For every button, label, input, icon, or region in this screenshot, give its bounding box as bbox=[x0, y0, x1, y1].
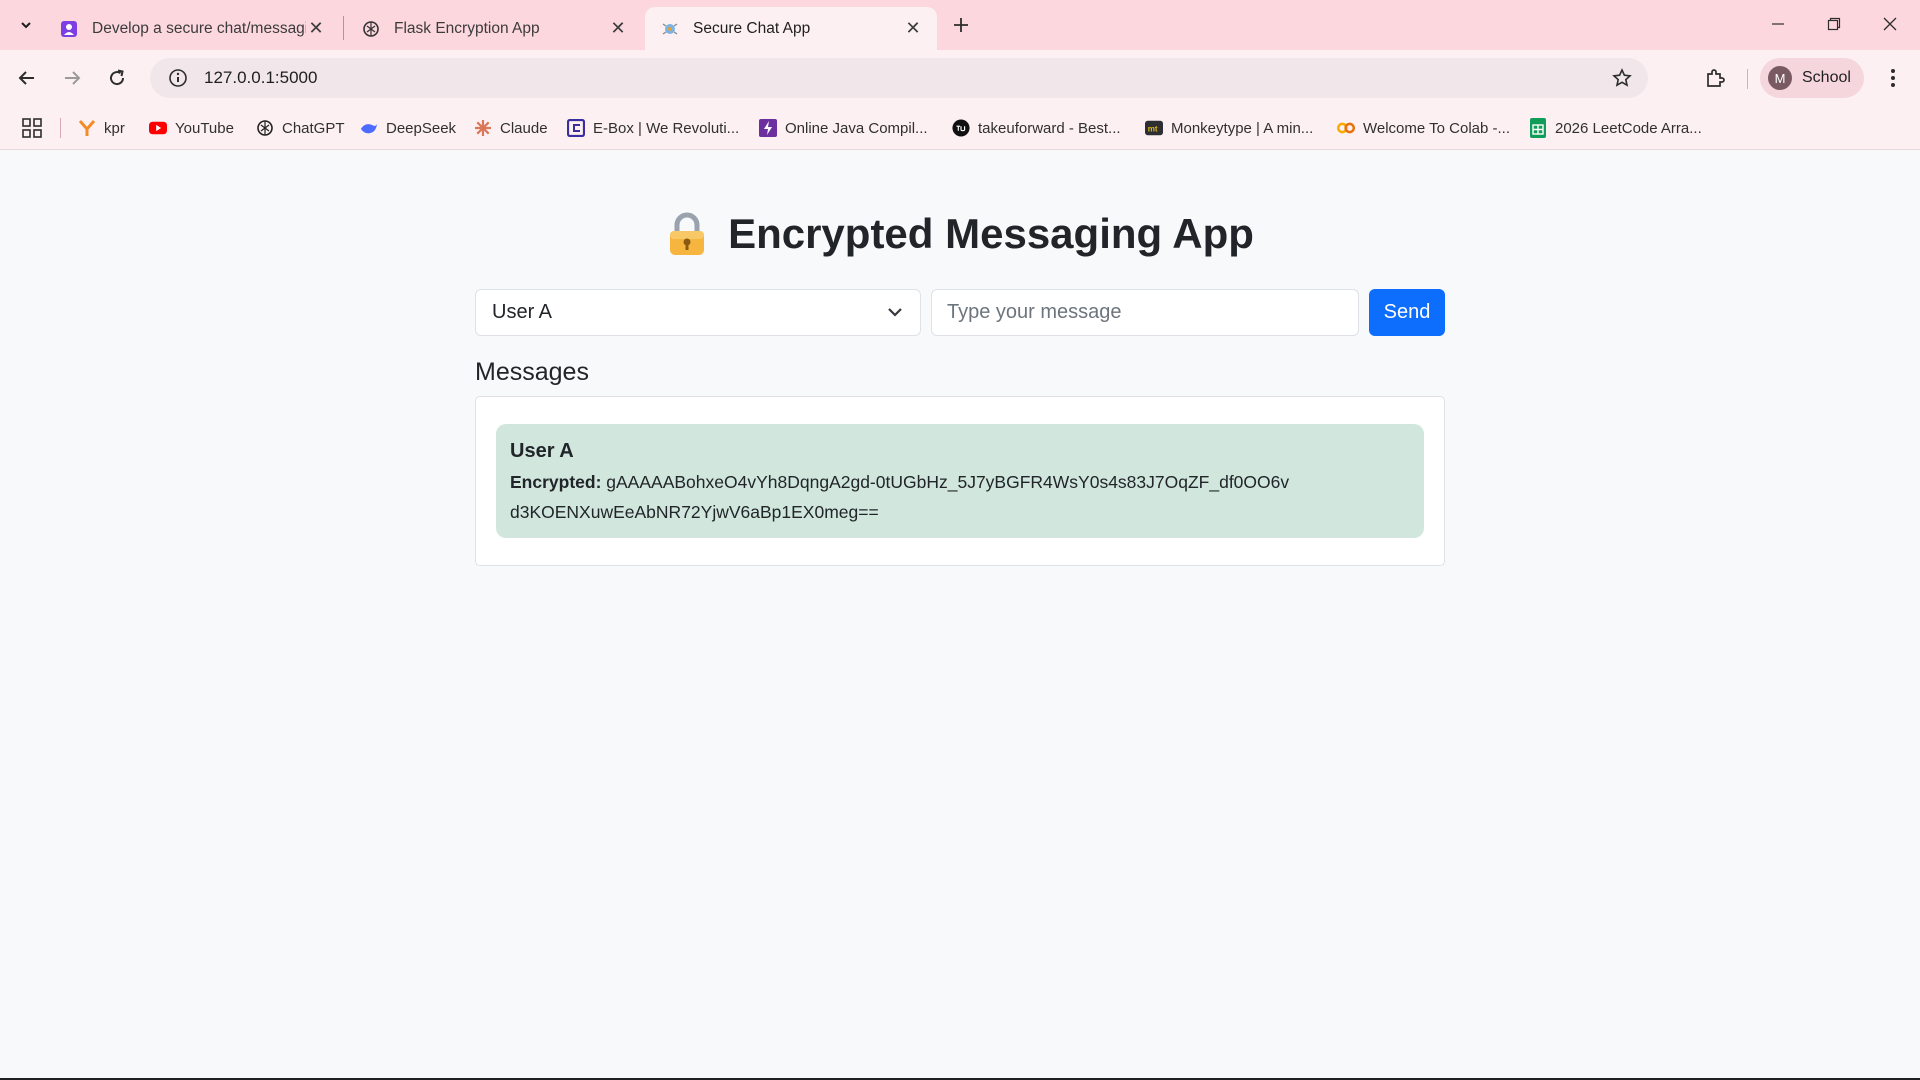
bookmark-label: 2026 LeetCode Arra... bbox=[1555, 119, 1702, 137]
tab-title: Develop a secure chat/messaging bbox=[92, 19, 306, 37]
close-icon[interactable]: ✕ bbox=[903, 18, 923, 39]
tab-develop-chat[interactable]: Develop a secure chat/messaging ✕ bbox=[44, 7, 340, 50]
page-content: Encrypted Messaging App User A Send Mess… bbox=[0, 150, 1920, 1080]
extensions-button[interactable] bbox=[1700, 63, 1730, 93]
url-text: 127.0.0.1:5000 bbox=[204, 68, 318, 87]
bookmark-label: Online Java Compil... bbox=[785, 119, 928, 137]
bookmarks-bar: kpr YouTube ChatGPT DeepSeek Claude E-Bo… bbox=[0, 106, 1920, 150]
java-compiler-icon bbox=[759, 119, 777, 137]
tab-secure-chat[interactable]: Secure Chat App ✕ bbox=[645, 7, 937, 50]
bookmark-leetcode-sheet[interactable]: 2026 LeetCode Arra... bbox=[1529, 114, 1702, 142]
address-bar[interactable]: 127.0.0.1:5000 bbox=[150, 58, 1648, 98]
bookmark-label: Monkeytype | A min... bbox=[1171, 119, 1314, 137]
arrow-left-icon bbox=[18, 71, 34, 85]
claude-icon bbox=[474, 119, 492, 137]
reload-button[interactable] bbox=[100, 61, 134, 95]
tab-search-button[interactable] bbox=[12, 11, 40, 39]
arrow-right-icon bbox=[65, 71, 81, 85]
reload-icon bbox=[110, 69, 125, 86]
bookmark-label: Claude bbox=[500, 119, 548, 137]
kebab-menu-icon bbox=[1891, 69, 1895, 87]
tab-title: Secure Chat App bbox=[693, 19, 811, 37]
toolbar-divider bbox=[1747, 69, 1748, 89]
site-info-icon[interactable] bbox=[158, 58, 198, 98]
close-icon[interactable]: ✕ bbox=[306, 18, 326, 39]
bookmark-kpr[interactable]: kpr bbox=[78, 114, 125, 142]
kpr-icon bbox=[78, 119, 96, 137]
chatgpt-icon bbox=[362, 20, 380, 38]
messages-heading: Messages bbox=[475, 358, 589, 386]
apps-grid-icon bbox=[22, 118, 42, 138]
user-select-value: User A bbox=[492, 301, 553, 323]
chevron-down-icon bbox=[21, 22, 31, 29]
page-title-text: Encrypted Messaging App bbox=[728, 210, 1254, 257]
bookmark-label: E-Box | We Revoluti... bbox=[593, 119, 740, 137]
message-input[interactable] bbox=[931, 289, 1359, 336]
bookmark-label: ChatGPT bbox=[282, 119, 345, 137]
youtube-icon bbox=[149, 119, 167, 137]
avatar: M bbox=[1768, 66, 1792, 90]
browser-menu-button[interactable] bbox=[1878, 63, 1908, 93]
bookmark-star-icon[interactable] bbox=[1610, 66, 1634, 90]
plus-icon bbox=[954, 18, 968, 32]
user-select[interactable]: User A bbox=[475, 289, 921, 336]
assistant-icon bbox=[60, 20, 78, 38]
close-icon[interactable]: ✕ bbox=[608, 18, 628, 39]
bookmark-label: YouTube bbox=[175, 119, 234, 137]
messages-container: User A Encrypted: gAAAAABohxeO4vYh8DqngA… bbox=[475, 396, 1445, 566]
message-sender: User A bbox=[510, 440, 574, 462]
tab-divider bbox=[343, 16, 344, 40]
profile-name: School bbox=[1802, 69, 1851, 86]
encrypted-value: gAAAAABohxeO4vYh8DqngA2gd-0tUGbHz_5J7yBG… bbox=[510, 472, 1290, 522]
tab-title: Flask Encryption App bbox=[394, 19, 540, 37]
send-button[interactable]: Send bbox=[1369, 289, 1445, 336]
bookmark-label: DeepSeek bbox=[386, 119, 457, 137]
bookmark-deepseek[interactable]: DeepSeek bbox=[360, 114, 456, 142]
svg-text:mt: mt bbox=[1148, 125, 1158, 134]
new-tab-button[interactable] bbox=[944, 11, 978, 39]
bookmark-ebox[interactable]: E-Box | We Revoluti... bbox=[567, 114, 739, 142]
lock-icon bbox=[666, 212, 708, 256]
sheets-icon bbox=[1529, 118, 1547, 138]
bookmark-claude[interactable]: Claude bbox=[474, 114, 548, 142]
page-title: Encrypted Messaging App bbox=[0, 210, 1920, 258]
back-button[interactable] bbox=[10, 61, 44, 95]
ebox-icon bbox=[567, 119, 585, 137]
bookmark-chatgpt[interactable]: ChatGPT bbox=[256, 114, 345, 142]
tab-strip: Develop a secure chat/messaging ✕ Flask … bbox=[0, 0, 1920, 50]
message-card: User A Encrypted: gAAAAABohxeO4vYh8DqngA… bbox=[496, 424, 1424, 538]
minimize-icon bbox=[1772, 23, 1784, 25]
chatgpt-icon bbox=[256, 119, 274, 137]
message-body: Encrypted: gAAAAABohxeO4vYh8DqngA2gd-0tU… bbox=[510, 467, 1290, 527]
bookmark-label: Welcome To Colab -... bbox=[1363, 119, 1511, 137]
close-icon bbox=[1883, 17, 1897, 31]
colab-icon bbox=[1337, 119, 1355, 137]
profile-button[interactable]: M School bbox=[1760, 58, 1864, 98]
bookmarks-divider bbox=[60, 118, 61, 138]
bookmark-monkeytype[interactable]: mt Monkeytype | A min... bbox=[1145, 114, 1313, 142]
bookmark-youtube[interactable]: YouTube bbox=[149, 114, 234, 142]
browser-toolbar: 127.0.0.1:5000 M School bbox=[0, 50, 1920, 106]
deepseek-icon bbox=[360, 119, 378, 137]
tuf-icon bbox=[952, 119, 970, 137]
forward-button[interactable] bbox=[55, 61, 89, 95]
tab-flask-encryption[interactable]: Flask Encryption App ✕ bbox=[346, 7, 642, 50]
encrypted-label: Encrypted: bbox=[510, 472, 602, 492]
bookmark-java-compiler[interactable]: Online Java Compil... bbox=[759, 114, 928, 142]
chat-app-favicon-icon bbox=[661, 20, 679, 38]
bookmark-label: kpr bbox=[104, 119, 125, 137]
minimize-button[interactable] bbox=[1750, 0, 1806, 48]
bookmark-colab[interactable]: Welcome To Colab -... bbox=[1337, 114, 1510, 142]
chevron-down-icon bbox=[886, 303, 904, 327]
restore-button[interactable] bbox=[1806, 0, 1862, 48]
puzzle-icon bbox=[1707, 69, 1725, 87]
bookmark-label: takeuforward - Best... bbox=[978, 119, 1121, 137]
window-close-button[interactable] bbox=[1862, 0, 1918, 48]
bookmark-takeuforward[interactable]: takeuforward - Best... bbox=[952, 114, 1121, 142]
restore-icon bbox=[1827, 17, 1841, 31]
monkeytype-icon: mt bbox=[1145, 119, 1163, 137]
apps-grid-button[interactable] bbox=[20, 116, 44, 140]
